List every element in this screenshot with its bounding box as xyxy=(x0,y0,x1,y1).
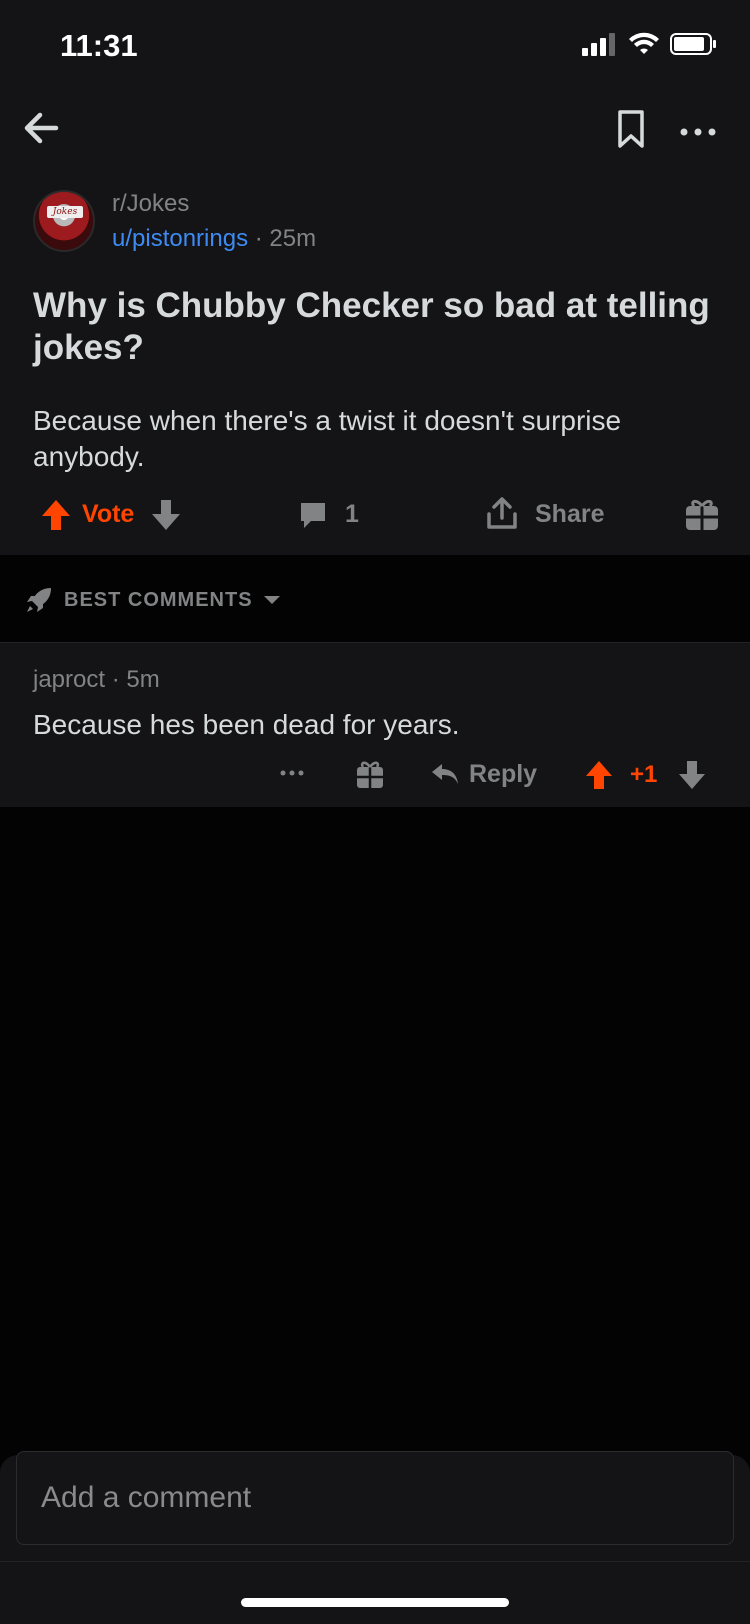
status-icons xyxy=(582,32,718,56)
upvote-arrow-icon[interactable] xyxy=(40,498,72,532)
avatar-logo-text: Jokes xyxy=(47,206,83,218)
comment-upvote-icon[interactable] xyxy=(585,760,613,790)
comment-sort-selector[interactable]: BEST COMMENTS xyxy=(24,585,281,615)
post-author-line: u/pistonrings · 25m xyxy=(112,225,316,253)
comment-more-icon[interactable] xyxy=(278,765,306,781)
signal-icon xyxy=(582,33,615,56)
bookmark-icon[interactable] xyxy=(612,108,650,150)
caret-down-icon xyxy=(263,596,280,604)
bottom-divider xyxy=(0,1561,750,1562)
comment-author[interactable]: japroct xyxy=(33,666,105,693)
post-age: 25m xyxy=(269,225,317,252)
post-author[interactable]: u/pistonrings xyxy=(112,225,248,252)
comment-count[interactable]: 1 xyxy=(345,500,359,529)
award-gift-icon[interactable] xyxy=(684,496,720,532)
rocket-icon xyxy=(27,588,51,612)
post-body: Because when there's a twist it doesn't … xyxy=(33,405,622,472)
sort-label: BEST COMMENTS xyxy=(64,588,253,611)
reply-arrow-icon[interactable] xyxy=(430,762,460,786)
status-time: 11:31 xyxy=(60,28,138,63)
battery-icon xyxy=(670,33,716,55)
comment-reply-button[interactable]: Reply xyxy=(469,760,537,789)
share-button[interactable]: Share xyxy=(535,500,604,529)
vote-label: Vote xyxy=(82,500,135,528)
subreddit-avatar[interactable]: Jokes xyxy=(33,190,95,252)
comment-age: 5m xyxy=(126,666,160,693)
post-title: Why is Chubby Checker so bad at telling … xyxy=(33,286,710,367)
home-indicator[interactable] xyxy=(241,1598,509,1607)
comment-score: +1 xyxy=(630,761,658,788)
comment-meta-separator: · xyxy=(111,666,120,693)
wifi-icon xyxy=(629,32,659,54)
comment-meta: japroct · 5m xyxy=(33,666,160,694)
post-meta-separator: · xyxy=(254,225,263,252)
subreddit-name[interactable]: r/Jokes xyxy=(112,190,189,218)
add-comment-input[interactable] xyxy=(16,1451,734,1545)
more-horizontal-icon[interactable] xyxy=(676,112,720,152)
comment-text: Because hes been dead for years. xyxy=(33,709,460,740)
share-icon[interactable] xyxy=(486,496,518,530)
comment-downvote-icon[interactable] xyxy=(678,760,706,790)
downvote-arrow-icon[interactable] xyxy=(150,498,182,532)
comment-bubble-icon[interactable] xyxy=(298,500,328,530)
comment-award-icon[interactable] xyxy=(355,758,385,790)
arrow-left-icon[interactable] xyxy=(20,105,66,151)
